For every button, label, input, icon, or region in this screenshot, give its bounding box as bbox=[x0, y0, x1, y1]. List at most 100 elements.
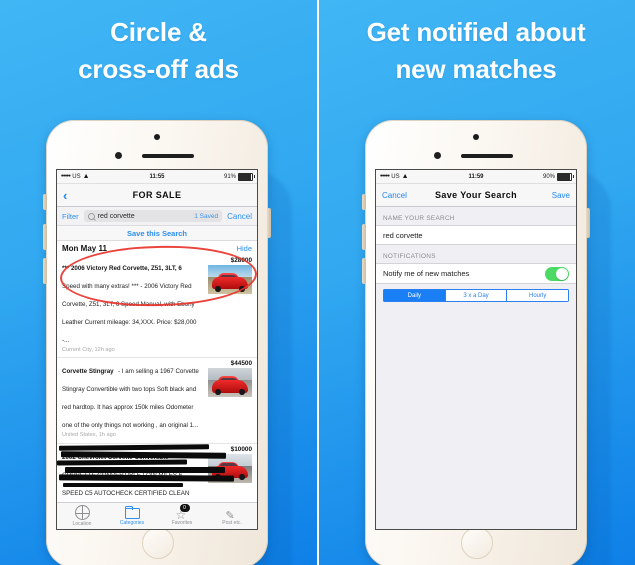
blackout-stroke bbox=[65, 466, 225, 473]
cancel-button[interactable]: Cancel bbox=[382, 191, 407, 200]
name-section-header: NAME YOUR SEARCH bbox=[383, 215, 455, 222]
tab-categories-label: Categories bbox=[119, 520, 145, 526]
headline-left-line1: Circle & bbox=[110, 17, 207, 47]
save-button[interactable]: Save bbox=[552, 191, 570, 200]
panel-left: Circle & cross-off ads ••••• US ▲ 11:55 … bbox=[0, 0, 317, 565]
notifications-section-header: NOTIFICATIONS bbox=[383, 253, 436, 260]
carrier-label-right: US bbox=[391, 173, 400, 180]
silent-switch-left[interactable] bbox=[43, 194, 47, 210]
save-this-search-row[interactable]: Save this Search bbox=[57, 226, 257, 241]
search-cancel-button[interactable]: Cancel bbox=[227, 212, 252, 221]
save-search-form: NAME YOUR SEARCH red corvette NOTIFICATI… bbox=[376, 207, 576, 529]
home-button-left[interactable] bbox=[142, 527, 174, 559]
listing-price-1: $28000 bbox=[230, 257, 252, 264]
tab-favorites[interactable]: ☆ 0 Favorites bbox=[157, 504, 207, 526]
search-query-value: red corvette bbox=[97, 212, 135, 220]
tab-location[interactable]: Location bbox=[57, 505, 107, 527]
frequency-option-daily[interactable]: Daily bbox=[383, 289, 446, 302]
listing-text-2: Corvette Stingray - I am selling a 1967 … bbox=[62, 360, 206, 439]
silent-switch-right[interactable] bbox=[362, 194, 366, 210]
front-camera-icon-left bbox=[154, 134, 160, 140]
proximity-sensor-right bbox=[434, 152, 441, 159]
saved-count-label: 1 Saved bbox=[194, 212, 219, 220]
power-button-right[interactable] bbox=[586, 208, 590, 238]
headline-left: Circle & cross-off ads bbox=[0, 14, 317, 89]
phone-left: ••••• US ▲ 11:55 91% ‹ FOR SALE Filter r… bbox=[43, 120, 271, 565]
star-icon: ☆ 0 bbox=[176, 504, 190, 522]
carrier-label-left: US bbox=[72, 173, 81, 180]
listings-container: Mon May 11 Hide *** 2006 Victory Red Cor… bbox=[57, 241, 257, 529]
day-header-hide-button[interactable]: Hide bbox=[237, 244, 252, 253]
headline-left-line2: cross-off ads bbox=[78, 54, 239, 85]
save-this-search-label: Save this Search bbox=[126, 228, 188, 238]
status-right-group-left: 91% bbox=[189, 172, 255, 181]
battery-icon-right bbox=[557, 172, 574, 181]
search-row: Filter red corvette 1 Saved Cancel bbox=[57, 207, 257, 226]
tab-location-label: Location bbox=[72, 521, 92, 527]
frequency-segmented-control[interactable]: Daily 3 x a Day Hourly bbox=[383, 289, 569, 302]
blackout-stroke bbox=[58, 443, 210, 451]
blackout-stroke bbox=[63, 482, 183, 487]
blackout-stroke bbox=[60, 450, 227, 459]
clock-right: 11:59 bbox=[468, 173, 484, 180]
day-header-date: Mon May 11 bbox=[62, 244, 107, 253]
notify-row[interactable]: Notify me of new matches bbox=[376, 263, 576, 284]
earpiece-speaker-left bbox=[142, 154, 194, 158]
search-name-input[interactable]: red corvette bbox=[376, 225, 576, 245]
listing-price-2: $44500 bbox=[230, 360, 252, 368]
listing-meta-2: United States, 1h ago bbox=[62, 432, 116, 439]
battery-percent-left: 91% bbox=[223, 173, 236, 180]
phone-right: ••••• US ▲ 11:59 90% Cancel Save Your Se… bbox=[362, 120, 590, 565]
folder-icon bbox=[124, 506, 140, 519]
listing-body-1: Speed with many extras! *** - 2006 Victo… bbox=[62, 283, 197, 344]
volume-down-button-left[interactable] bbox=[43, 258, 47, 284]
frequency-option-hourly[interactable]: Hourly bbox=[507, 289, 569, 302]
notify-label: Notify me of new matches bbox=[383, 269, 470, 278]
signal-dots-icon-left: ••••• bbox=[61, 173, 71, 180]
frequency-option-3x-a-day[interactable]: 3 x a Day bbox=[445, 289, 508, 302]
signal-dots-icon-right: ••••• bbox=[380, 173, 390, 180]
power-button-left[interactable] bbox=[267, 208, 271, 238]
status-right-group-right: 90% bbox=[508, 172, 574, 181]
screen-left: ••••• US ▲ 11:55 91% ‹ FOR SALE Filter r… bbox=[56, 169, 258, 530]
status-left-group-left: ••••• US ▲ bbox=[61, 173, 125, 180]
headline-right: Get notified about new matches bbox=[317, 14, 635, 89]
proximity-sensor-left bbox=[115, 152, 122, 159]
nav-bar-left: ‹ FOR SALE bbox=[57, 184, 257, 207]
earpiece-speaker-right bbox=[461, 154, 513, 158]
globe-icon bbox=[74, 505, 90, 520]
screen-right: ••••• US ▲ 11:59 90% Cancel Save Your Se… bbox=[375, 169, 577, 530]
notify-toggle[interactable] bbox=[545, 266, 569, 281]
home-button-right[interactable] bbox=[461, 527, 493, 559]
tab-categories[interactable]: Categories bbox=[107, 506, 157, 526]
volume-up-button-right[interactable] bbox=[362, 224, 366, 250]
toggle-knob bbox=[556, 267, 568, 280]
listing-text-1: *** 2006 Victory Red Corvette, Z51, 3LT,… bbox=[62, 257, 206, 354]
panel-right: Get notified about new matches ••••• US … bbox=[317, 0, 635, 565]
search-input[interactable]: red corvette 1 Saved bbox=[83, 210, 223, 222]
volume-up-button-left[interactable] bbox=[43, 224, 47, 250]
search-icon bbox=[87, 212, 95, 220]
status-left-group-right: ••••• US ▲ bbox=[380, 173, 444, 180]
listing-thumbnail-2 bbox=[208, 368, 252, 398]
volume-down-button-right[interactable] bbox=[362, 258, 366, 284]
nav-bar-right: Cancel Save Your Search Save bbox=[376, 184, 576, 207]
blackout-stroke bbox=[58, 473, 235, 482]
app-store-screenshot-pair: Circle & cross-off ads ••••• US ▲ 11:55 … bbox=[0, 0, 635, 565]
favorites-badge: 0 bbox=[179, 504, 190, 512]
wifi-icon-left: ▲ bbox=[82, 173, 90, 180]
status-bar-left: ••••• US ▲ 11:55 91% bbox=[57, 170, 257, 184]
blackout-stroke bbox=[57, 459, 188, 465]
wifi-icon-right: ▲ bbox=[401, 173, 409, 180]
table-row[interactable]: Corvette Stingray - I am selling a 1967 … bbox=[57, 358, 257, 444]
listing-right-2: $44500 bbox=[206, 360, 252, 439]
tab-bar: Location Categories ☆ 0 Favorites ✎ Post… bbox=[57, 502, 257, 529]
table-row[interactable]: *** 2006 Victory Red Corvette, Z51, 3LT,… bbox=[57, 255, 257, 359]
panel-divider bbox=[317, 0, 319, 565]
battery-icon-left bbox=[238, 172, 255, 181]
filter-button[interactable]: Filter bbox=[62, 212, 79, 221]
listing-body-2: - I am selling a 1967 Corvette Stingray … bbox=[62, 368, 199, 430]
headline-right-line1: Get notified about bbox=[366, 17, 586, 47]
tab-post[interactable]: ✎ Post etc. bbox=[207, 506, 257, 526]
listing-price-3: $10000 bbox=[230, 445, 252, 453]
